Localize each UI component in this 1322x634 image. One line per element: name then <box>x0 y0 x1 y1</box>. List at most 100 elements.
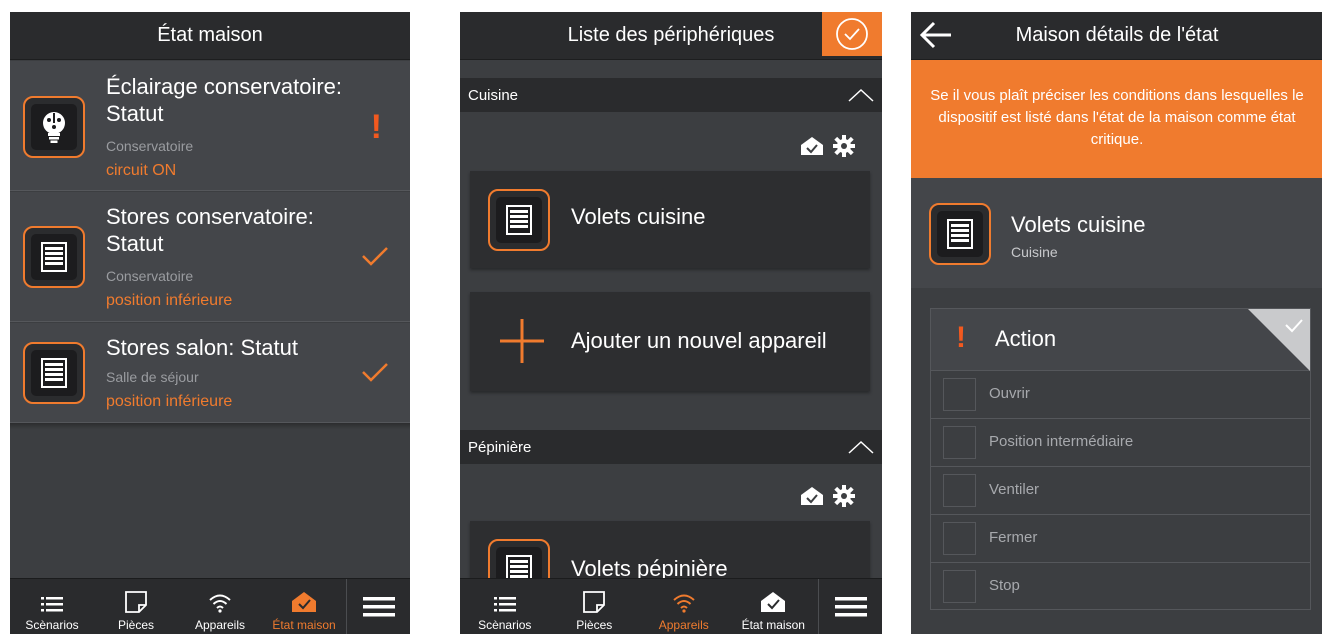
item-room: Conservatoire <box>106 268 194 284</box>
section-title: Cuisine <box>468 86 519 104</box>
item-room: Salle de séjour <box>106 369 199 385</box>
option-checkbox[interactable] <box>943 570 976 603</box>
action-title: Action <box>995 326 1057 351</box>
option-label: Stop <box>989 577 1020 594</box>
room-icon <box>125 591 147 613</box>
nav-label: Scènarios <box>478 618 532 632</box>
page-title: Liste des périphériques <box>460 12 882 60</box>
nav-label: État maison <box>272 618 336 632</box>
nav-rooms[interactable]: Pièces <box>94 579 178 634</box>
bottom-navigation: Scènarios Pièces Appareils État maison <box>10 578 410 634</box>
menu-button[interactable] <box>346 579 410 634</box>
nav-home-status[interactable]: État maison <box>262 579 346 634</box>
option-label: Position intermédiaire <box>989 433 1134 450</box>
option-checkbox[interactable] <box>943 522 976 555</box>
nav-scenarios[interactable]: Scènarios <box>10 579 94 634</box>
option-checkbox[interactable] <box>943 474 976 507</box>
shutter-icon <box>23 342 85 404</box>
device-name: Volets cuisine <box>571 204 706 229</box>
check-corner-icon[interactable] <box>1248 309 1310 371</box>
home-check-icon <box>292 592 316 612</box>
action-panel: ! Action Ouvrir Position intermédiaire V… <box>930 308 1311 610</box>
hamburger-icon <box>362 596 395 616</box>
list-icon <box>41 597 63 612</box>
option-checkbox[interactable] <box>943 426 976 459</box>
home-check-icon <box>761 592 786 612</box>
nav-label: Pièces <box>576 618 613 632</box>
confirm-button[interactable] <box>822 12 882 56</box>
action-option[interactable]: Ouvrir <box>931 371 1310 419</box>
device-list-screen: Liste des périphériques Cuisine Volets c… <box>460 12 882 634</box>
section-header-cuisine[interactable]: Cuisine <box>460 78 882 112</box>
nav-devices[interactable]: Appareils <box>639 579 729 634</box>
wifi-icon <box>209 594 231 613</box>
section-title: Pépinière <box>468 438 532 456</box>
page-title: État maison <box>10 12 410 60</box>
nav-label: Scènarios <box>25 618 79 632</box>
item-title: Éclairage conservatoire: Statut <box>106 74 343 126</box>
home-check-icon[interactable] <box>800 486 824 506</box>
option-checkbox[interactable] <box>943 378 976 411</box>
check-circle-icon <box>836 18 868 50</box>
nav-devices[interactable]: Appareils <box>178 579 262 634</box>
add-device-label: Ajouter un nouvel appareil <box>571 328 827 353</box>
check-icon <box>360 244 390 273</box>
action-option[interactable]: Ventiler <box>931 467 1310 515</box>
add-device-button[interactable]: Ajouter un nouvel appareil <box>470 292 870 391</box>
nav-rooms[interactable]: Pièces <box>550 579 640 634</box>
list-end-shadow <box>10 423 410 429</box>
shutter-icon <box>23 226 85 288</box>
nav-home-status[interactable]: État maison <box>729 579 819 634</box>
bottom-navigation: Scènarios Pièces Appareils État maison <box>460 578 882 634</box>
nav-scenarios[interactable]: Scènarios <box>460 579 550 634</box>
status-item-shutters-conservatory[interactable]: Stores conservatoire: Statut Conservatoi… <box>10 192 410 322</box>
item-title: Stores salon: Statut <box>106 335 298 360</box>
menu-button[interactable] <box>818 579 882 634</box>
info-banner: Se il vous plaît préciser les conditions… <box>911 60 1322 178</box>
nav-label: Pièces <box>117 618 155 632</box>
nav-label: Appareils <box>658 618 709 632</box>
back-arrow-icon[interactable] <box>919 20 953 50</box>
action-header[interactable]: ! Action <box>931 309 1310 371</box>
status-detail-screen: Maison détails de l'état Se il vous plaî… <box>911 12 1322 634</box>
status-item-shutters-living[interactable]: Stores salon: Statut Salle de séjour pos… <box>10 323 410 423</box>
section-tools <box>800 134 856 158</box>
gear-icon[interactable] <box>832 134 856 158</box>
light-bulb-icon <box>23 96 85 158</box>
home-check-icon[interactable] <box>800 136 824 156</box>
shutter-icon <box>488 189 550 251</box>
device-name: Volets cuisine <box>1011 212 1146 237</box>
wifi-icon <box>673 594 695 613</box>
device-summary: Volets cuisine Cuisine <box>911 178 1322 288</box>
option-label: Fermer <box>989 529 1038 546</box>
action-option[interactable]: Stop <box>931 563 1310 611</box>
item-status: position inférieure <box>106 292 233 309</box>
item-status: circuit ON <box>106 162 177 179</box>
list-icon <box>493 597 516 612</box>
page-title: Maison détails de l'état <box>911 12 1322 60</box>
action-option[interactable]: Fermer <box>931 515 1310 563</box>
alert-icon: ! <box>370 108 382 146</box>
item-room: Conservatoire <box>106 138 194 154</box>
section-tools <box>800 484 856 508</box>
nav-label: Appareils <box>194 618 246 632</box>
device-card[interactable]: Volets cuisine <box>470 171 870 268</box>
option-label: Ouvrir <box>989 385 1030 402</box>
option-label: Ventiler <box>989 481 1040 498</box>
action-option[interactable]: Position intermédiaire <box>931 419 1310 467</box>
hamburger-icon <box>834 596 867 616</box>
section-header-pepiniere[interactable]: Pépinière <box>460 430 882 464</box>
chevron-up-icon <box>848 440 874 454</box>
chevron-up-icon <box>848 88 874 102</box>
room-icon <box>583 591 606 613</box>
gear-icon[interactable] <box>832 484 856 508</box>
shutter-icon <box>929 203 991 265</box>
home-status-screen: État maison Éclairage conservatoire: Sta… <box>10 12 410 634</box>
check-icon <box>360 360 390 389</box>
nav-label: État maison <box>741 618 805 632</box>
alert-icon: ! <box>956 321 966 354</box>
item-status: position inférieure <box>106 393 233 410</box>
status-item-lighting[interactable]: Éclairage conservatoire: Statut Conserva… <box>10 61 410 191</box>
device-room: Cuisine <box>1011 244 1058 260</box>
item-title: Stores conservatoire: Statut <box>106 204 314 256</box>
